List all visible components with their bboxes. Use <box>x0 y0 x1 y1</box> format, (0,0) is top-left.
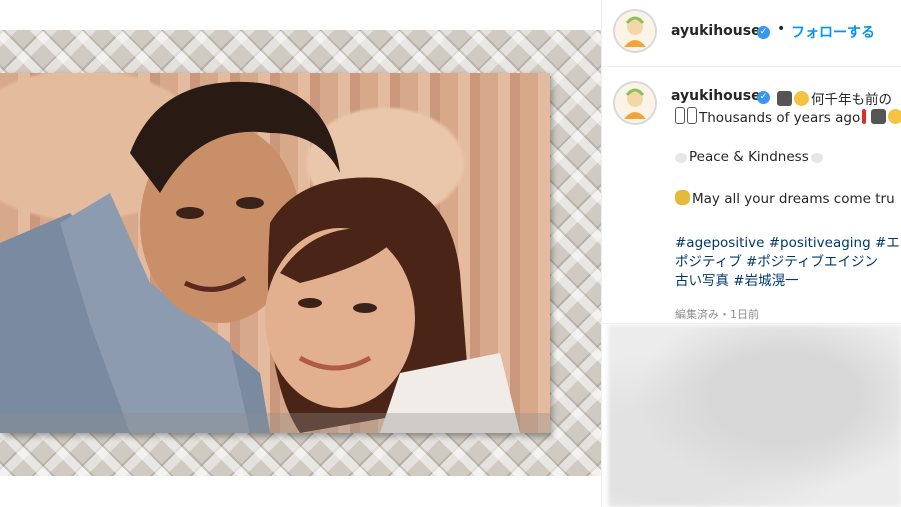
caption-text-line-1: 何千年も前の <box>811 92 892 108</box>
post-media[interactable] <box>0 0 601 507</box>
avatar-illustration <box>615 11 655 51</box>
caption-line-1: 何千年も前の <box>777 88 892 108</box>
caption-line-4: May all your dreams come tru <box>675 190 895 207</box>
caption-line-3: Peace & Kindness <box>675 149 825 165</box>
header-username[interactable]: ayukihouse <box>671 23 761 39</box>
hashtag-line-3[interactable]: 古い写真 #岩城滉一 <box>675 269 799 289</box>
verified-badge-icon: ✓ <box>757 91 770 104</box>
dove-emoji-icon <box>810 153 823 163</box>
box-emoji-icon <box>675 107 685 124</box>
caption-username[interactable]: ayukihouse <box>671 88 761 104</box>
caption-avatar[interactable] <box>615 83 655 123</box>
vintage-couple-photo <box>0 73 550 433</box>
post-sidebar: ayukihouse ✓ • フォローする ayukihouse ✓ 何千年も前… <box>601 0 901 507</box>
header-separator: • <box>777 21 786 37</box>
laughing-emoji-icon <box>888 109 901 124</box>
avatar-illustration <box>615 83 655 123</box>
caption-text-line-2: Thousands of years ago <box>699 110 861 126</box>
laughing-emoji-icon <box>794 91 809 106</box>
caption-text-line-4: May all your dreams come tru <box>692 191 895 207</box>
dove-emoji-icon <box>675 153 687 163</box>
exclamation-emoji-icon <box>862 109 867 124</box>
hashtag-line-2[interactable]: ポジティブ #ポジティブエイジン <box>675 250 878 270</box>
box-emoji-icon <box>687 107 697 124</box>
follow-button[interactable]: フォローする <box>791 22 875 42</box>
photo-illustration <box>0 73 550 433</box>
post-header: ayukihouse ✓ • フォローする <box>602 0 901 67</box>
divider <box>602 323 901 324</box>
caption-line-2: Thousands of years ago <box>675 107 901 126</box>
post-meta: 編集済み・1日前 <box>675 308 759 321</box>
verified-badge-icon: ✓ <box>757 26 770 39</box>
fairy-emoji-icon <box>675 190 690 205</box>
caption-text-line-3: Peace & Kindness <box>689 149 809 165</box>
profile-avatar[interactable] <box>615 11 655 51</box>
blurred-comments-area <box>608 325 901 507</box>
camera-emoji-icon <box>871 109 887 124</box>
camera-emoji-icon <box>777 91 792 106</box>
hashtag-line-1[interactable]: #agepositive #positiveaging #エー <box>675 231 901 251</box>
